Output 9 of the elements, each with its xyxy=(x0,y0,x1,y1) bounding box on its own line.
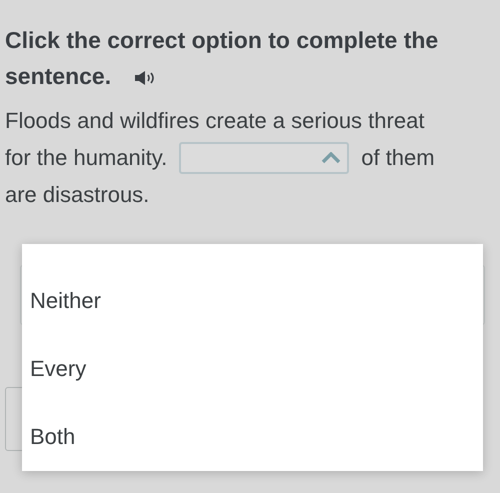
sentence-text: are disastrous. xyxy=(5,181,150,209)
menu-option[interactable]: Every xyxy=(22,334,483,402)
sentence-text: for the humanity. xyxy=(5,144,168,172)
sentence-text: of them xyxy=(361,144,435,172)
sentence-text: Floods and wildfires create a serious threat xyxy=(5,107,424,135)
instruction-text: Click the correct option to complete the sentence. xyxy=(5,26,440,91)
caret-up-icon xyxy=(321,152,342,164)
menu-option[interactable]: Both xyxy=(22,402,483,470)
menu-option[interactable]: Neither xyxy=(22,266,483,334)
